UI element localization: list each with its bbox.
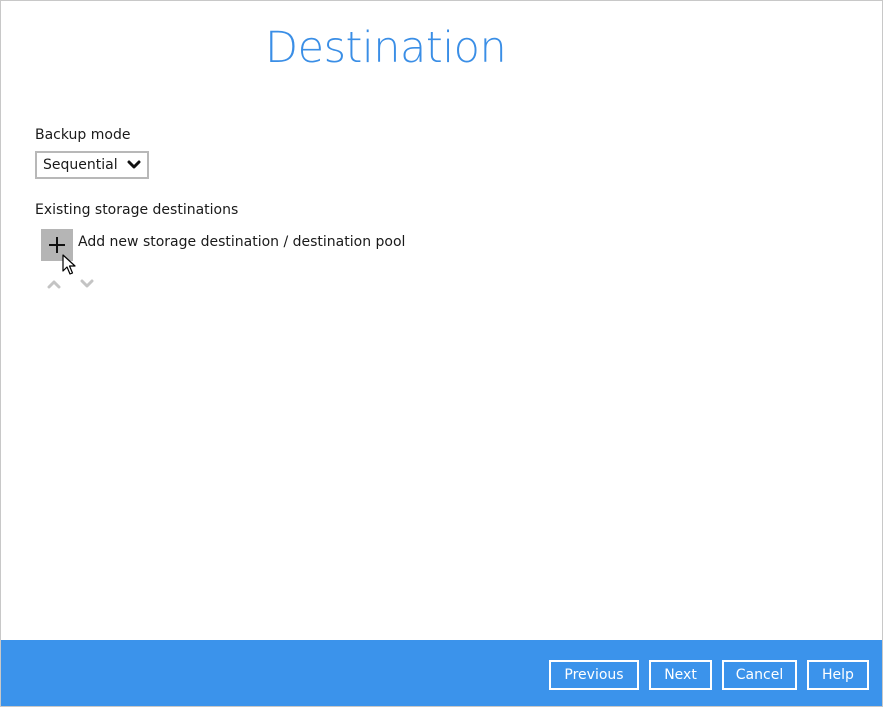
backup-mode-label: Backup mode — [35, 127, 131, 143]
add-destination-button[interactable] — [41, 229, 73, 261]
move-down-button[interactable] — [79, 277, 95, 291]
chevron-down-icon — [80, 279, 94, 288]
wizard-footer: Previous Next Cancel Help — [1, 640, 882, 706]
chevron-up-icon — [47, 280, 61, 289]
backup-mode-value: Sequential — [43, 157, 118, 173]
add-destination-label[interactable]: Add new storage destination / destinatio… — [78, 234, 405, 250]
page-title: Destination — [265, 23, 507, 73]
backup-mode-select[interactable]: Sequential — [35, 151, 149, 179]
previous-button[interactable]: Previous — [549, 660, 639, 690]
plus-icon — [49, 237, 65, 253]
help-button[interactable]: Help — [807, 660, 869, 690]
wizard-window: Destination Backup mode Sequential Exist… — [0, 0, 883, 707]
move-up-button[interactable] — [46, 277, 62, 291]
chevron-down-icon — [123, 154, 145, 176]
add-destination-row[interactable]: Add new storage destination / destinatio… — [41, 229, 405, 261]
next-button[interactable]: Next — [649, 660, 712, 690]
cancel-button[interactable]: Cancel — [722, 660, 797, 690]
existing-destinations-label: Existing storage destinations — [35, 202, 239, 218]
